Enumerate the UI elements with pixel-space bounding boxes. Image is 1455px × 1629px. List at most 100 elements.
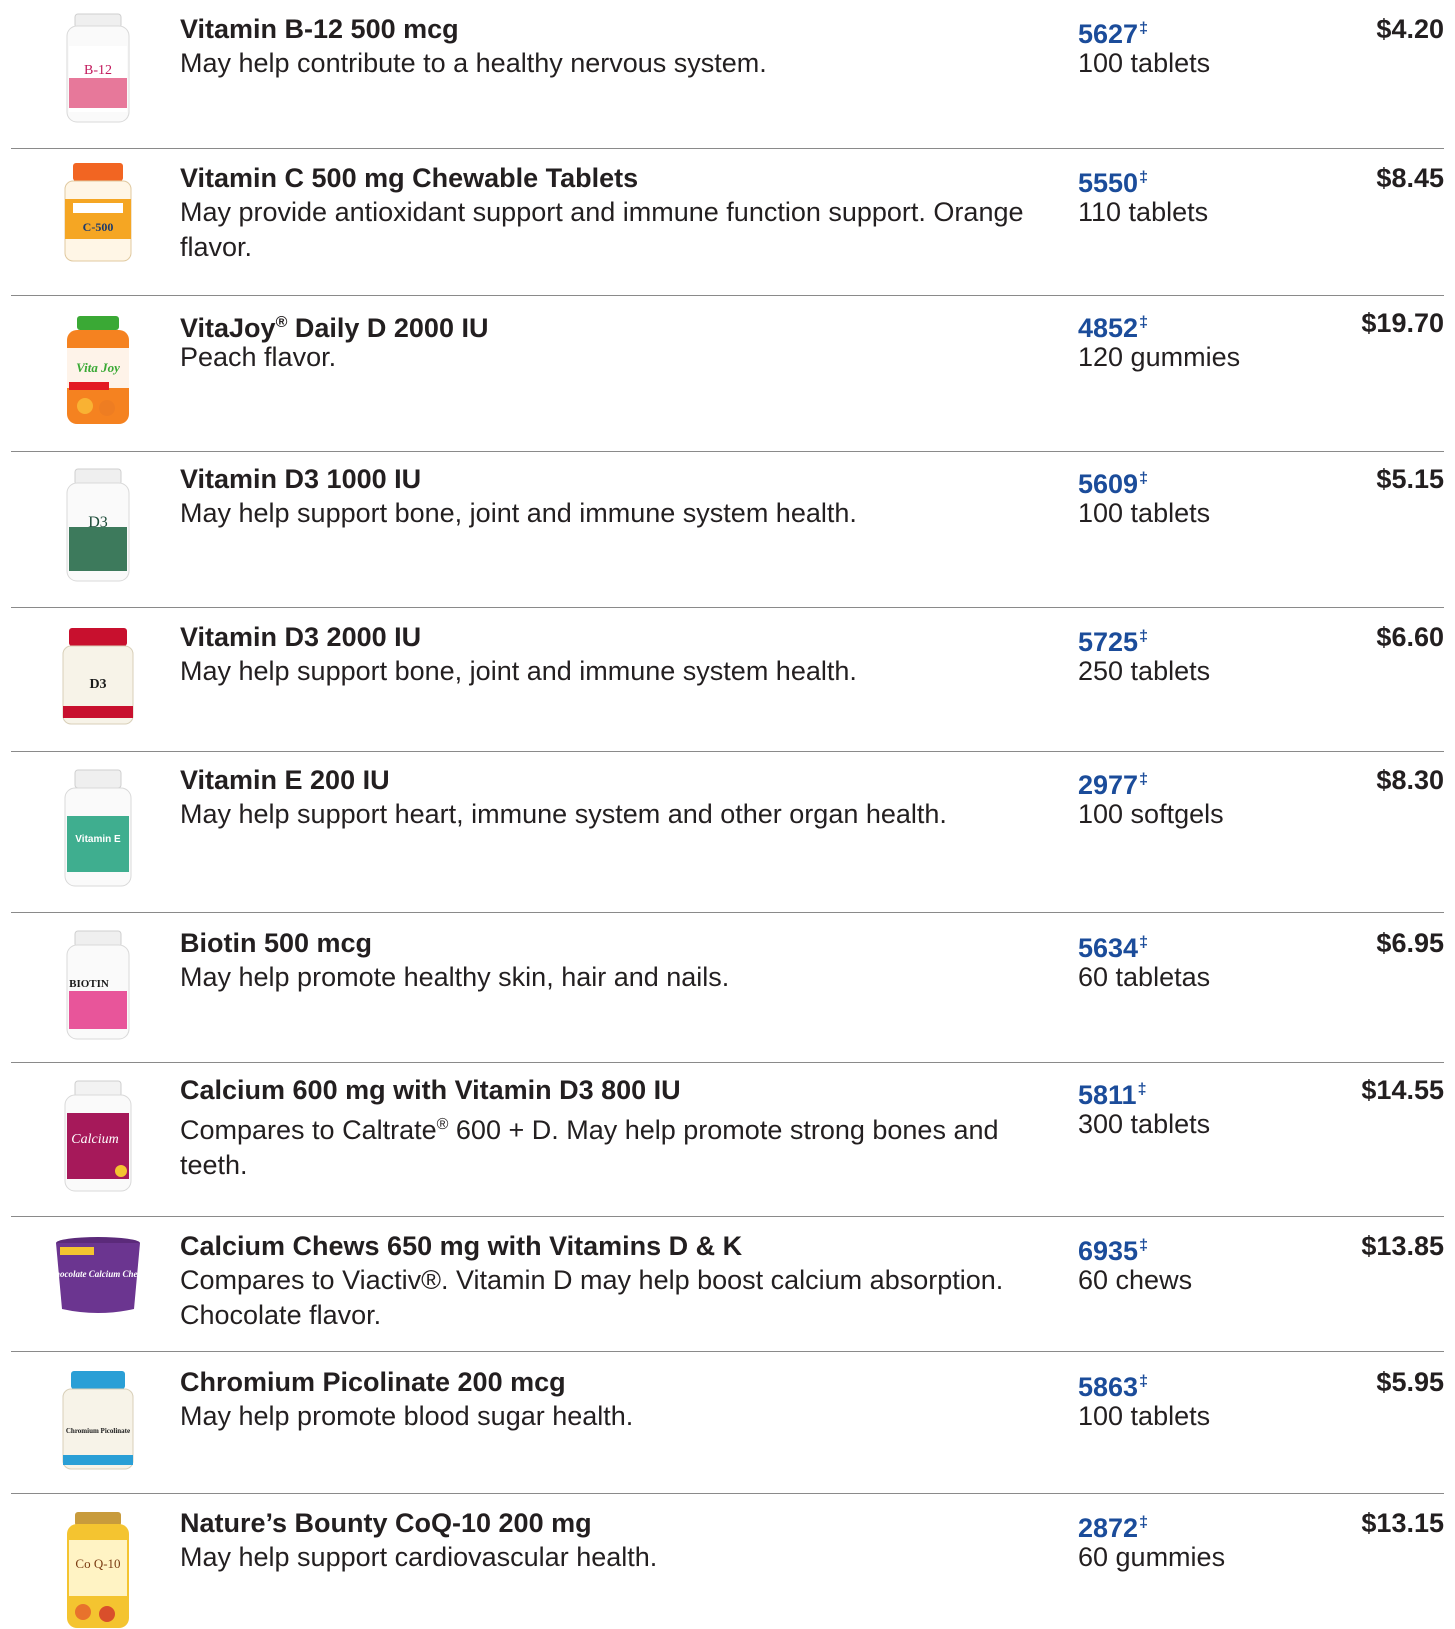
item-number-value: 2872 bbox=[1078, 1513, 1139, 1543]
product-price: $8.45 bbox=[1376, 163, 1444, 193]
product-description: May help promote healthy skin, hair and … bbox=[180, 962, 730, 992]
package-count: 110 tablets bbox=[1078, 197, 1209, 227]
package-count: 100 tablets bbox=[1078, 48, 1211, 78]
product-name: Calcium Chews 650 mg with Vitamins D & K bbox=[180, 1231, 743, 1261]
row-divider bbox=[11, 607, 1444, 608]
registered-mark: ® bbox=[275, 314, 288, 331]
package-count: 100 softgels bbox=[1078, 799, 1224, 829]
item-footnote-mark: ‡ bbox=[1139, 169, 1148, 186]
row-divider bbox=[11, 451, 1444, 452]
item-footnote-mark: ‡ bbox=[1139, 470, 1148, 487]
b12-label-text: B-12 bbox=[84, 63, 112, 78]
item-number-value: 5627 bbox=[1078, 19, 1139, 49]
item-number-value: 5609 bbox=[1078, 469, 1139, 499]
product-price: $5.95 bbox=[1376, 1367, 1444, 1397]
vitamin-e-bottle-image: Vitamin E bbox=[55, 768, 141, 888]
item-number-value: 5863 bbox=[1078, 1372, 1139, 1402]
item-footnote-mark: ‡ bbox=[1139, 20, 1148, 37]
product-description: May help support bone, joint and immune … bbox=[180, 656, 857, 686]
product-name: Vitamin D3 1000 IU bbox=[180, 464, 422, 494]
product-name: Vitamin E 200 IU bbox=[180, 765, 390, 795]
calcium-label-text: Calcium bbox=[71, 1132, 118, 1147]
vitamin-e-label-text: Vitamin E bbox=[75, 834, 121, 845]
product-price: $19.70 bbox=[1361, 308, 1444, 338]
product-price: $8.30 bbox=[1376, 765, 1444, 795]
row-divider bbox=[11, 295, 1444, 296]
package-count: 100 tablets bbox=[1078, 1401, 1211, 1431]
item-footnote-mark: ‡ bbox=[1139, 1237, 1148, 1254]
coq10-label-text: Co Q-10 bbox=[75, 1556, 120, 1571]
package-count: 60 gummies bbox=[1078, 1542, 1226, 1572]
chromium-label-text: Chromium Picolinate bbox=[66, 1427, 130, 1435]
vitamin-d3-2000-bottle-image: D3 bbox=[55, 626, 141, 726]
product-description: Compares to Caltrate® 600 + D. May help … bbox=[180, 1107, 1030, 1183]
product-name: Vitamin D3 2000 IU bbox=[180, 622, 422, 652]
item-footnote-mark: ‡ bbox=[1139, 628, 1148, 645]
product-name: Calcium 600 mg with Vitamin D3 800 IU bbox=[180, 1075, 681, 1105]
biotin-bottle-image: BIOTIN bbox=[55, 929, 141, 1041]
item-footnote-mark: ‡ bbox=[1139, 934, 1148, 951]
product-description: Peach flavor. bbox=[180, 342, 337, 372]
item-number-value: 4852 bbox=[1078, 313, 1139, 343]
product-name-suffix: Daily D 2000 IU bbox=[287, 313, 489, 343]
package-count: 250 tablets bbox=[1078, 656, 1211, 686]
description-text: Compares to Caltrate bbox=[180, 1115, 437, 1145]
item-footnote-mark: ‡ bbox=[1137, 1081, 1147, 1098]
product-price: $6.60 bbox=[1376, 622, 1444, 652]
item-number-value: 6935 bbox=[1078, 1236, 1139, 1266]
product-name: Biotin 500 mcg bbox=[180, 928, 373, 958]
product-name: Chromium Picolinate 200 mcg bbox=[180, 1367, 566, 1397]
product-description: Compares to Viactiv®. Vitamin D may help… bbox=[180, 1265, 1004, 1330]
coq10-gummies-jar-image: Co Q-10 bbox=[55, 1510, 141, 1629]
product-price: $6.95 bbox=[1376, 928, 1444, 958]
package-count: 100 tablets bbox=[1078, 498, 1211, 528]
vitamin-c-bottle-image: C-500 bbox=[55, 161, 141, 265]
item-number-value: 5811 bbox=[1078, 1080, 1137, 1110]
item-number-value: 5550 bbox=[1078, 168, 1139, 198]
row-divider bbox=[11, 1216, 1444, 1217]
row-divider bbox=[11, 912, 1444, 913]
item-footnote-mark: ‡ bbox=[1139, 771, 1148, 788]
calcium-bottle-image: Calcium bbox=[55, 1079, 141, 1193]
row-divider bbox=[11, 148, 1444, 149]
item-footnote-mark: ‡ bbox=[1139, 1514, 1148, 1531]
item-number-value: 5725 bbox=[1078, 627, 1139, 657]
c500-label-text: C-500 bbox=[83, 220, 114, 234]
calcium-chews-tub-image: Chocolate Calcium Chews bbox=[52, 1235, 144, 1317]
d3-label-text: D3 bbox=[88, 514, 108, 531]
vitamin-b12-bottle-image: B-12 bbox=[55, 12, 141, 125]
product-description: May help support bone, joint and immune … bbox=[180, 498, 857, 528]
package-count: 60 chews bbox=[1078, 1265, 1193, 1295]
package-count: 300 tablets bbox=[1078, 1109, 1211, 1139]
item-number-value: 5634 bbox=[1078, 933, 1139, 963]
product-price: $5.15 bbox=[1376, 464, 1444, 494]
row-divider bbox=[11, 1062, 1444, 1063]
product-description: May help promote blood sugar health. bbox=[180, 1401, 634, 1431]
chromium-bottle-image: Chromium Picolinate bbox=[55, 1369, 141, 1472]
item-footnote-mark: ‡ bbox=[1139, 314, 1148, 331]
product-description: May help support heart, immune system an… bbox=[180, 799, 947, 829]
item-footnote-mark: ‡ bbox=[1139, 1373, 1148, 1390]
d3-2000-label-text: D3 bbox=[89, 677, 106, 692]
product-price: $14.55 bbox=[1361, 1075, 1444, 1105]
product-name: Nature’s Bounty CoQ-10 200 mg bbox=[180, 1508, 592, 1538]
biotin-label-text: BIOTIN bbox=[69, 978, 109, 990]
product-description: May help contribute to a healthy nervous… bbox=[180, 48, 767, 78]
product-description: May provide antioxidant support and immu… bbox=[180, 197, 1024, 262]
product-name-text: VitaJoy bbox=[180, 313, 276, 343]
vitajoy-label-text: Vita Joy bbox=[76, 360, 120, 375]
vitamin-d3-1000-bottle-image: D3 bbox=[55, 467, 141, 584]
product-name: Vitamin C 500 mg Chewable Tablets bbox=[180, 163, 639, 193]
item-number-value: 2977 bbox=[1078, 770, 1139, 800]
vitajoy-gummies-jar-image: Vita Joy bbox=[55, 314, 141, 428]
row-divider bbox=[11, 751, 1444, 752]
package-count: 120 gummies bbox=[1078, 342, 1241, 372]
product-price: $13.85 bbox=[1361, 1231, 1444, 1261]
package-count: 60 tabletas bbox=[1078, 962, 1211, 992]
product-price: $13.15 bbox=[1361, 1508, 1444, 1538]
registered-mark: ® bbox=[436, 1116, 449, 1133]
row-divider bbox=[11, 1351, 1444, 1352]
product-price: $4.20 bbox=[1376, 14, 1444, 44]
row-divider bbox=[11, 1493, 1444, 1494]
product-description: May help support cardiovascular health. bbox=[180, 1542, 658, 1572]
